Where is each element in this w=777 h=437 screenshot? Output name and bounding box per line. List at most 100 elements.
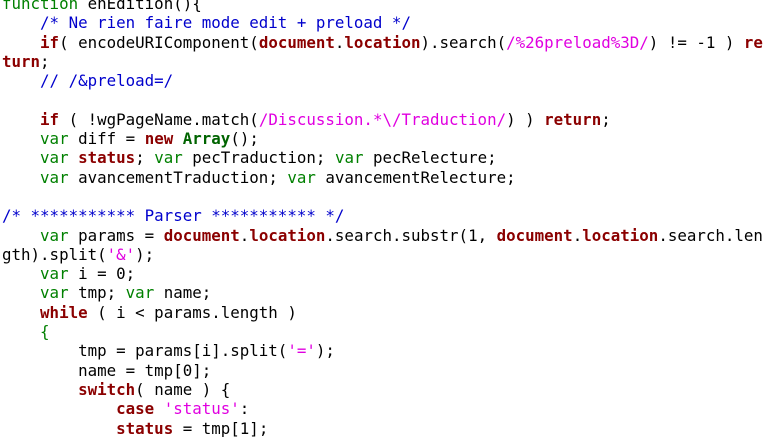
code-line: while ( i < params.length ) bbox=[2, 303, 777, 322]
code-text: .search.substr(1, bbox=[325, 225, 497, 245]
code-text: enEdition(){ bbox=[78, 0, 202, 13]
identifier-token: status bbox=[116, 418, 174, 437]
keyword-token: var bbox=[40, 167, 69, 187]
keyword-token: var bbox=[125, 283, 155, 303]
code-text: ( encodeURIComponent( bbox=[59, 32, 259, 52]
code-text: ).search( bbox=[420, 32, 507, 52]
code-line: function enEdition(){ bbox=[2, 0, 777, 13]
comment-token: /* Ne rien faire mode edit + preload */ bbox=[40, 13, 411, 33]
code-text: tmp = params[i].split( bbox=[2, 341, 288, 361]
keyword-token: var bbox=[334, 148, 364, 168]
code-line: name = tmp[0]; bbox=[2, 361, 777, 380]
code-line: if ( !wgPageName.match(/Discussion.*\/Tr… bbox=[2, 110, 777, 129]
string-token: /Discussion.*\/Traduction/ bbox=[258, 109, 507, 129]
code-line: var status; var pecTraduction; var pecRe… bbox=[2, 148, 777, 167]
keyword-token: turn bbox=[2, 51, 41, 71]
code-text: . bbox=[334, 32, 345, 52]
code-line: var avancementTraduction; var avancement… bbox=[2, 168, 777, 187]
code-text: ( name ) { bbox=[135, 379, 231, 399]
code-line: var diff = new Array(); bbox=[2, 129, 777, 148]
code-text: gth).split( bbox=[2, 244, 107, 264]
code-text: ); bbox=[135, 244, 155, 264]
keyword-token: new bbox=[144, 129, 174, 149]
code-text: ) ) bbox=[506, 109, 545, 129]
identifier-token: document bbox=[496, 225, 573, 245]
code-text: name = tmp[0]; bbox=[2, 360, 212, 380]
code-text: pecTraduction; bbox=[182, 148, 335, 168]
code-line: var i = 0; bbox=[2, 264, 777, 283]
string-token: '=' bbox=[287, 341, 316, 361]
code-text: : bbox=[239, 399, 250, 419]
code-line: // /&preload=/ bbox=[2, 71, 777, 90]
code-text: ; bbox=[135, 148, 155, 168]
code-text: avancementTraduction; bbox=[68, 167, 288, 187]
code-text: ; bbox=[40, 51, 50, 71]
code-text: ); bbox=[315, 341, 335, 361]
keyword-token: var bbox=[154, 148, 183, 168]
code-line: gth).split('&'); bbox=[2, 245, 777, 264]
keyword-token: if bbox=[40, 109, 60, 129]
code-text: = tmp[1]; bbox=[173, 418, 269, 437]
code-line: case 'status': bbox=[2, 399, 777, 418]
keyword-token: var bbox=[40, 264, 69, 284]
keyword-token: var bbox=[287, 167, 316, 187]
code-text: ) != -1 ) bbox=[648, 32, 744, 52]
keyword-token: switch bbox=[78, 379, 136, 399]
code-text: avancementRelecture; bbox=[315, 167, 516, 187]
code-text: params = bbox=[68, 225, 164, 245]
code-text: diff = bbox=[68, 129, 145, 149]
keyword-token: var bbox=[40, 225, 69, 245]
code-text: .search.len bbox=[658, 225, 763, 245]
string-token: '&' bbox=[106, 244, 136, 264]
code-line: if( encodeURIComponent(document.location… bbox=[2, 33, 777, 52]
code-text: tmp; bbox=[68, 283, 126, 303]
code-text: pecRelecture; bbox=[363, 148, 497, 168]
code-line: switch( name ) { bbox=[2, 380, 777, 399]
code-line: /* *********** Parser *********** */ bbox=[2, 206, 777, 225]
class-token: Array bbox=[182, 129, 231, 149]
code-text: i = 0; bbox=[68, 264, 136, 284]
identifier-token: status bbox=[78, 148, 136, 168]
code-line: tmp = params[i].split('='); bbox=[2, 341, 777, 360]
keyword-token: if bbox=[40, 32, 60, 52]
code-line: turn; bbox=[2, 52, 777, 71]
keyword-token: case bbox=[116, 399, 155, 419]
code-text: ( i < params.length ) bbox=[87, 302, 297, 322]
keyword-token: while bbox=[40, 302, 88, 322]
code-editor[interactable]: function enEdition(){ /* Ne rien faire m… bbox=[2, 0, 777, 437]
source-code[interactable]: function enEdition(){ /* Ne rien faire m… bbox=[2, 0, 777, 437]
code-line: /* Ne rien faire mode edit + preload */ bbox=[2, 13, 777, 32]
keyword-token: function bbox=[2, 0, 79, 13]
identifier-token: document bbox=[258, 32, 335, 52]
code-line: var tmp; var name; bbox=[2, 283, 777, 302]
keyword-token: { bbox=[40, 322, 50, 342]
code-line: { bbox=[2, 322, 777, 341]
code-text: . bbox=[572, 225, 583, 245]
code-text: ; bbox=[601, 109, 611, 129]
identifier-token: document bbox=[163, 225, 240, 245]
code-text: . bbox=[239, 225, 250, 245]
code-line: status = tmp[1]; bbox=[2, 419, 777, 437]
keyword-token: return bbox=[544, 109, 602, 129]
keyword-token: re bbox=[743, 32, 763, 52]
code-line: var params = document.location.search.su… bbox=[2, 226, 777, 245]
comment-token: // /&preload=/ bbox=[40, 71, 174, 91]
